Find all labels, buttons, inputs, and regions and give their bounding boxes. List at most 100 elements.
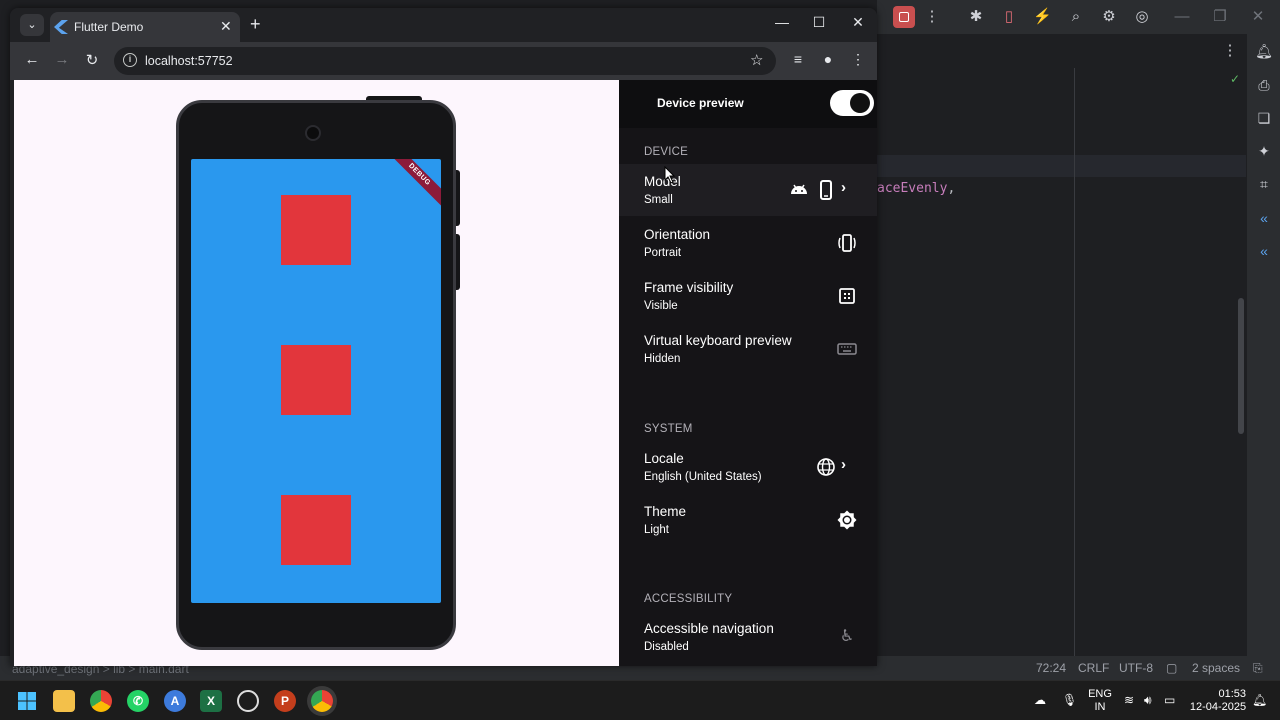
windows-taskbar: ✆ A X P ☁ 🎙︎ ENG IN ≋ 🔊︎ ▭ 01:53 12-04-2… [0,680,1280,720]
stop-button[interactable] [893,6,915,28]
brightness-icon [837,510,857,530]
powerpoint-icon[interactable]: P [274,690,296,712]
chrome-active-icon[interactable] [311,690,333,712]
setting-locale[interactable]: Locale English (United States) › [619,441,877,493]
flutter-inspector-icon[interactable]: « [1255,209,1273,227]
page-viewport: DEBUG Device preview DEVICE Model Small [14,80,877,666]
microphone-icon[interactable]: 🎙︎ [1062,693,1077,707]
keyboard-icon [837,339,857,359]
forward-icon[interactable]: → [52,51,72,68]
flutter-performance-icon[interactable]: « [1255,242,1273,260]
search-icon[interactable]: ⌕ [1067,8,1085,26]
setting-value: Small [644,194,673,206]
windows-start-icon[interactable] [16,690,38,712]
setting-title: Theme [644,504,687,519]
inspector-icon[interactable]: ⎙ [1255,76,1273,94]
line-ending[interactable]: CRLF [1078,661,1109,675]
frame-icon [837,286,857,306]
stop-icon [899,12,909,22]
code-fragment: aceEvenly [877,181,948,196]
setting-frame-visibility[interactable]: Frame visibility Visible [619,270,877,322]
editor-scrollbar[interactable] [1238,298,1244,434]
close-icon[interactable]: ✕ [1249,8,1267,26]
globe-icon [816,457,836,477]
address-bar[interactable]: i localhost:57752 ☆ [114,47,776,75]
new-tab-icon[interactable]: + [250,14,261,35]
obs-icon[interactable] [237,690,259,712]
more-vertical-icon[interactable]: ⋮ [1221,42,1239,60]
device-manager-icon[interactable]: ❏ [1255,109,1273,127]
close-window-icon[interactable]: ✕ [848,14,868,31]
setting-accessible-navigation[interactable]: Accessible navigation Disabled ♿︎ [619,611,877,663]
browser-toolbar: ← → ↻ i localhost:57752 ☆ ≡ ● ⋮ [10,42,877,80]
setting-title: Orientation [644,227,711,242]
section-device-label: DEVICE [644,146,689,158]
language-indicator[interactable]: ENG IN [1086,688,1114,714]
setting-theme[interactable]: Theme Light [619,494,877,546]
reload-icon[interactable]: ↻ [82,51,102,69]
code-line[interactable]: aceEvenly, [877,181,955,196]
setting-value: Portrait [644,247,682,259]
maximize-icon[interactable]: ☐ [809,14,829,31]
chevron-right-icon: › [841,456,846,473]
menu-icon[interactable]: ⋮ [848,51,868,68]
device-icon[interactable]: ▯ [1000,8,1018,26]
setting-value: Hidden [644,353,681,365]
indent-setting[interactable]: 2 spaces [1192,661,1240,675]
bookmark-star-icon[interactable]: ☆ [750,51,763,69]
network-warning-icon[interactable]: ☁ [1034,693,1046,707]
profile-icon[interactable]: ● [818,51,838,67]
screenshot-icon[interactable]: ⌗ [1255,175,1273,193]
battery-icon[interactable]: ▭ [1164,693,1175,707]
setting-value: Visible [644,300,678,312]
current-line-highlight [877,155,1246,177]
accessibility-icon: ♿︎ [839,628,855,645]
debug-icon[interactable]: ✱ [967,8,985,26]
file-explorer-icon[interactable] [53,690,75,712]
excel-icon[interactable]: X [200,690,222,712]
gemini-icon[interactable]: ✦ [1255,142,1273,160]
notifications-icon[interactable]: 🔔︎ [1255,42,1273,60]
clock[interactable]: 01:53 12-04-2025 [1186,688,1250,714]
screen-rotation-icon [837,233,857,253]
lock-icon[interactable]: ⎘ [1253,661,1263,676]
tab-flutter-demo[interactable]: Flutter Demo ✕ [50,12,240,42]
restore-icon[interactable]: ❐ [1211,8,1229,26]
file-encoding[interactable]: UTF-8 [1119,661,1153,675]
media-control-icon[interactable]: ≡ [788,51,808,67]
whatsapp-icon[interactable]: ✆ [127,690,149,712]
clock-time: 01:53 [1218,688,1246,700]
tab-search-button[interactable]: ⌄ [20,14,44,36]
section-accessibility-label: ACCESSIBILITY [644,593,733,605]
code-punct: , [947,181,956,196]
cursor-position[interactable]: 72:24 [1036,661,1066,675]
ide-title-bar: ⋮ ✱ ▯ ⚡ ⌕ ⚙ ◎ — ❐ ✕ [877,0,1280,34]
section-system-label: SYSTEM [644,423,693,435]
minimize-icon[interactable]: — [1173,8,1191,26]
url-text[interactable]: localhost:57752 [145,54,233,68]
setting-model[interactable]: Model Small › [619,164,877,216]
minimize-icon[interactable]: — [772,14,792,30]
account-icon[interactable]: ◎ [1133,8,1151,26]
camera-icon [305,125,321,141]
volume-icon[interactable]: 🔊︎ [1144,693,1152,708]
chrome-icon[interactable] [90,690,112,712]
device-preview-toggle[interactable] [830,90,874,116]
panel-title: Device preview [657,96,744,110]
hot-reload-icon[interactable]: ⚡ [1033,8,1052,26]
setting-value: Disabled [644,641,689,653]
app-screen[interactable]: DEBUG [191,159,441,603]
more-vertical-icon[interactable]: ⋮ [923,8,941,26]
settings-icon[interactable]: ⚙ [1100,8,1118,26]
setting-orientation[interactable]: Orientation Portrait [619,217,877,269]
back-icon[interactable]: ← [22,51,42,68]
android-studio-icon[interactable]: A [164,690,186,712]
notification-icon[interactable]: 🔔︎ [1252,693,1267,707]
setting-value: English (United States) [644,471,762,483]
android-icon [789,180,809,200]
setting-virtual-keyboard[interactable]: Virtual keyboard preview Hidden [619,323,877,375]
wifi-icon[interactable]: ≋ [1124,693,1134,707]
site-info-icon[interactable]: i [123,53,137,67]
tab-strip: ⌄ Flutter Demo ✕ + — ☐ ✕ [10,8,877,42]
close-tab-icon[interactable]: ✕ [220,18,232,35]
